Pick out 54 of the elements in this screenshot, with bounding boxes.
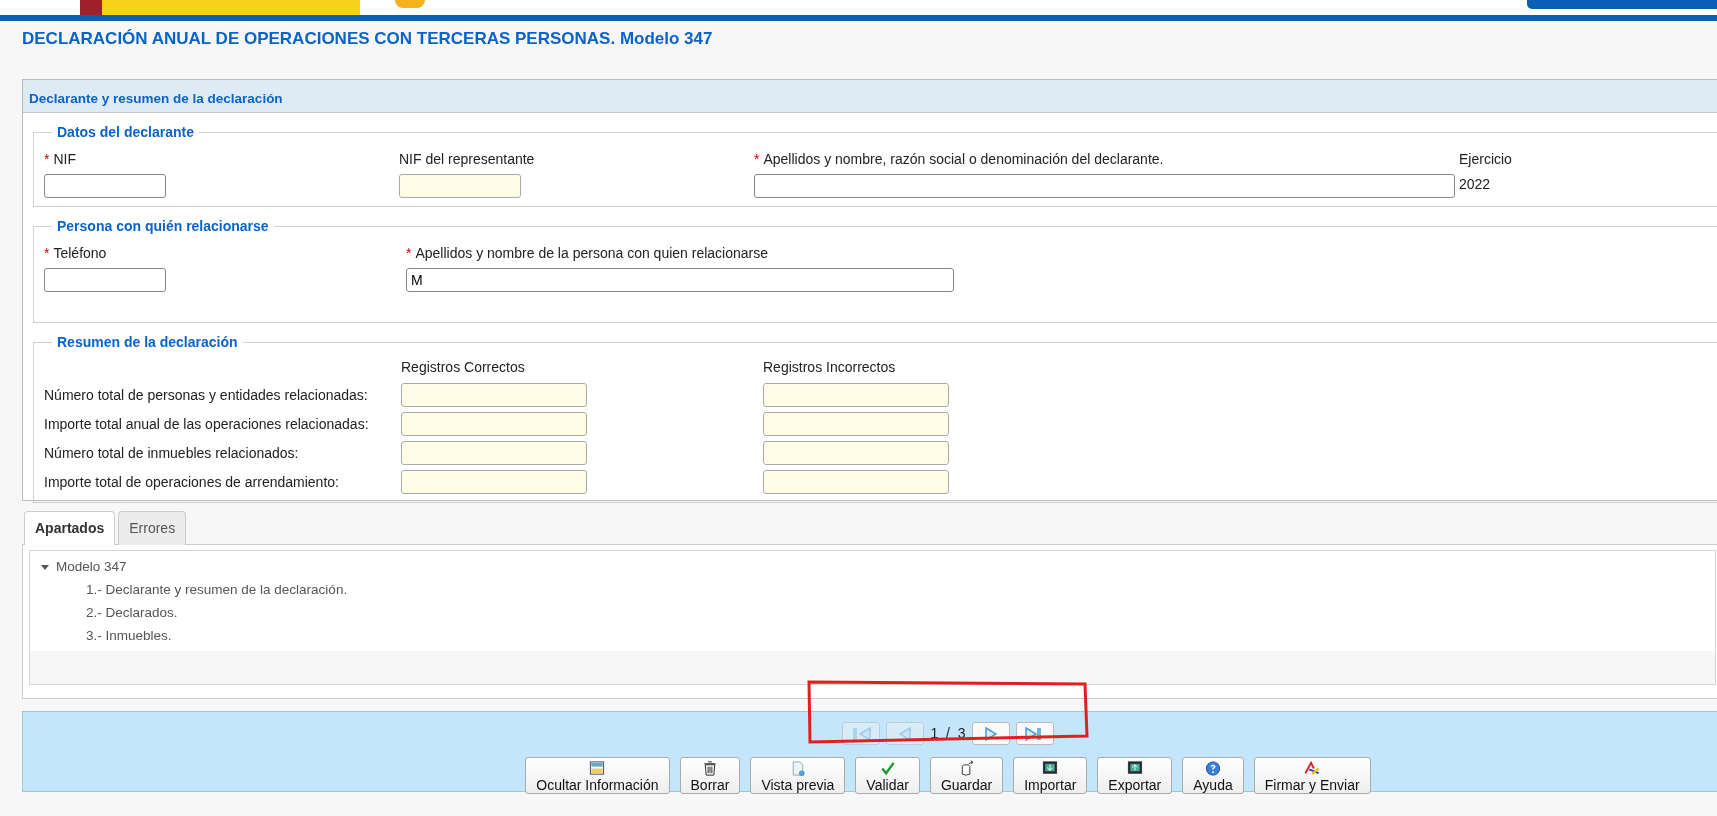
column-heading: Registros Incorrectos: [763, 359, 896, 375]
text-field[interactable]: [754, 174, 1455, 198]
toolbar-button[interactable]: Importar: [1013, 757, 1088, 794]
section-legend: Resumen de la declaración: [52, 335, 243, 349]
toolbar-button[interactable]: Vista previa: [750, 757, 846, 794]
year-value: 2022: [1459, 175, 1492, 194]
text-field[interactable]: [44, 174, 166, 198]
text-field[interactable]: [401, 383, 587, 407]
toolbar-button[interactable]: Firmar y Enviar: [1253, 757, 1371, 794]
text-field[interactable]: [763, 412, 949, 436]
tree-item[interactable]: 1.- Declarante y resumen de la declaración.: [86, 578, 348, 601]
toolbar-button[interactable]: Borrar: [679, 757, 741, 794]
text-field[interactable]: [401, 470, 587, 494]
text-field[interactable]: [399, 174, 521, 198]
tab[interactable]: Apartados: [24, 511, 116, 545]
signature-icon: [1303, 760, 1322, 777]
field-label: NIF del representante: [399, 150, 535, 169]
section-legend: Persona con quién relacionarse: [52, 219, 274, 233]
window-icon: [588, 760, 607, 777]
monitor-icon: [1125, 760, 1144, 777]
text-field[interactable]: M: [406, 268, 954, 292]
tree-item[interactable]: 2.- Declarados.: [86, 601, 178, 624]
text-field[interactable]: [44, 268, 166, 292]
toolbar-button[interactable]: Ocultar Información: [525, 757, 670, 794]
panel-header: Declarante y resumen de la declaración: [23, 80, 1717, 113]
row-label: Número total de inmuebles relacionados:: [44, 444, 299, 461]
text-field[interactable]: [401, 412, 587, 436]
toolbar-button[interactable]: Ayuda: [1182, 757, 1244, 794]
row-label: Número total de personas y entidades relacionadas:: [44, 386, 368, 403]
field-label: * NIF: [44, 150, 76, 169]
toolbar-button[interactable]: Guardar: [929, 757, 1004, 794]
text-field[interactable]: [401, 441, 587, 465]
field-label: * Apellidos y nombre, razón social o denominación del declarante.: [754, 150, 1164, 169]
section-legend: Datos del declarante: [52, 125, 199, 139]
field-label: * Teléfono: [44, 244, 107, 263]
tree-item[interactable]: 3.- Inmuebles.: [86, 624, 172, 647]
logo-mark: [395, 0, 425, 8]
monitor-icon: [1041, 760, 1060, 777]
tab[interactable]: Errores: [118, 511, 187, 545]
row-label: Importe total anual de las operaciones relacionadas:: [44, 415, 369, 432]
field-label: * Apellidos y nombre de la persona con quien relacionarse: [406, 244, 768, 263]
toolbar-button[interactable]: Exportar: [1097, 757, 1173, 794]
page-title: DECLARACIÓN ANUAL DE OPERACIONES CON TERCERAS PERSONAS. Modelo 347: [22, 28, 714, 50]
text-field[interactable]: [763, 441, 949, 465]
page-indicator: 1 / 3: [930, 724, 966, 743]
column-heading: Registros Correctos: [401, 359, 525, 375]
first-page-icon: [850, 724, 873, 743]
field-label: Ejercicio: [1459, 150, 1512, 169]
row-label: Importe total de operaciones de arrendamiento:: [44, 473, 339, 490]
help-icon: [1204, 760, 1222, 777]
tree-item[interactable]: Modelo 347: [56, 555, 127, 578]
text-field[interactable]: [763, 470, 949, 494]
text-field[interactable]: [763, 383, 949, 407]
toolbar-button[interactable]: Validar: [855, 757, 920, 794]
